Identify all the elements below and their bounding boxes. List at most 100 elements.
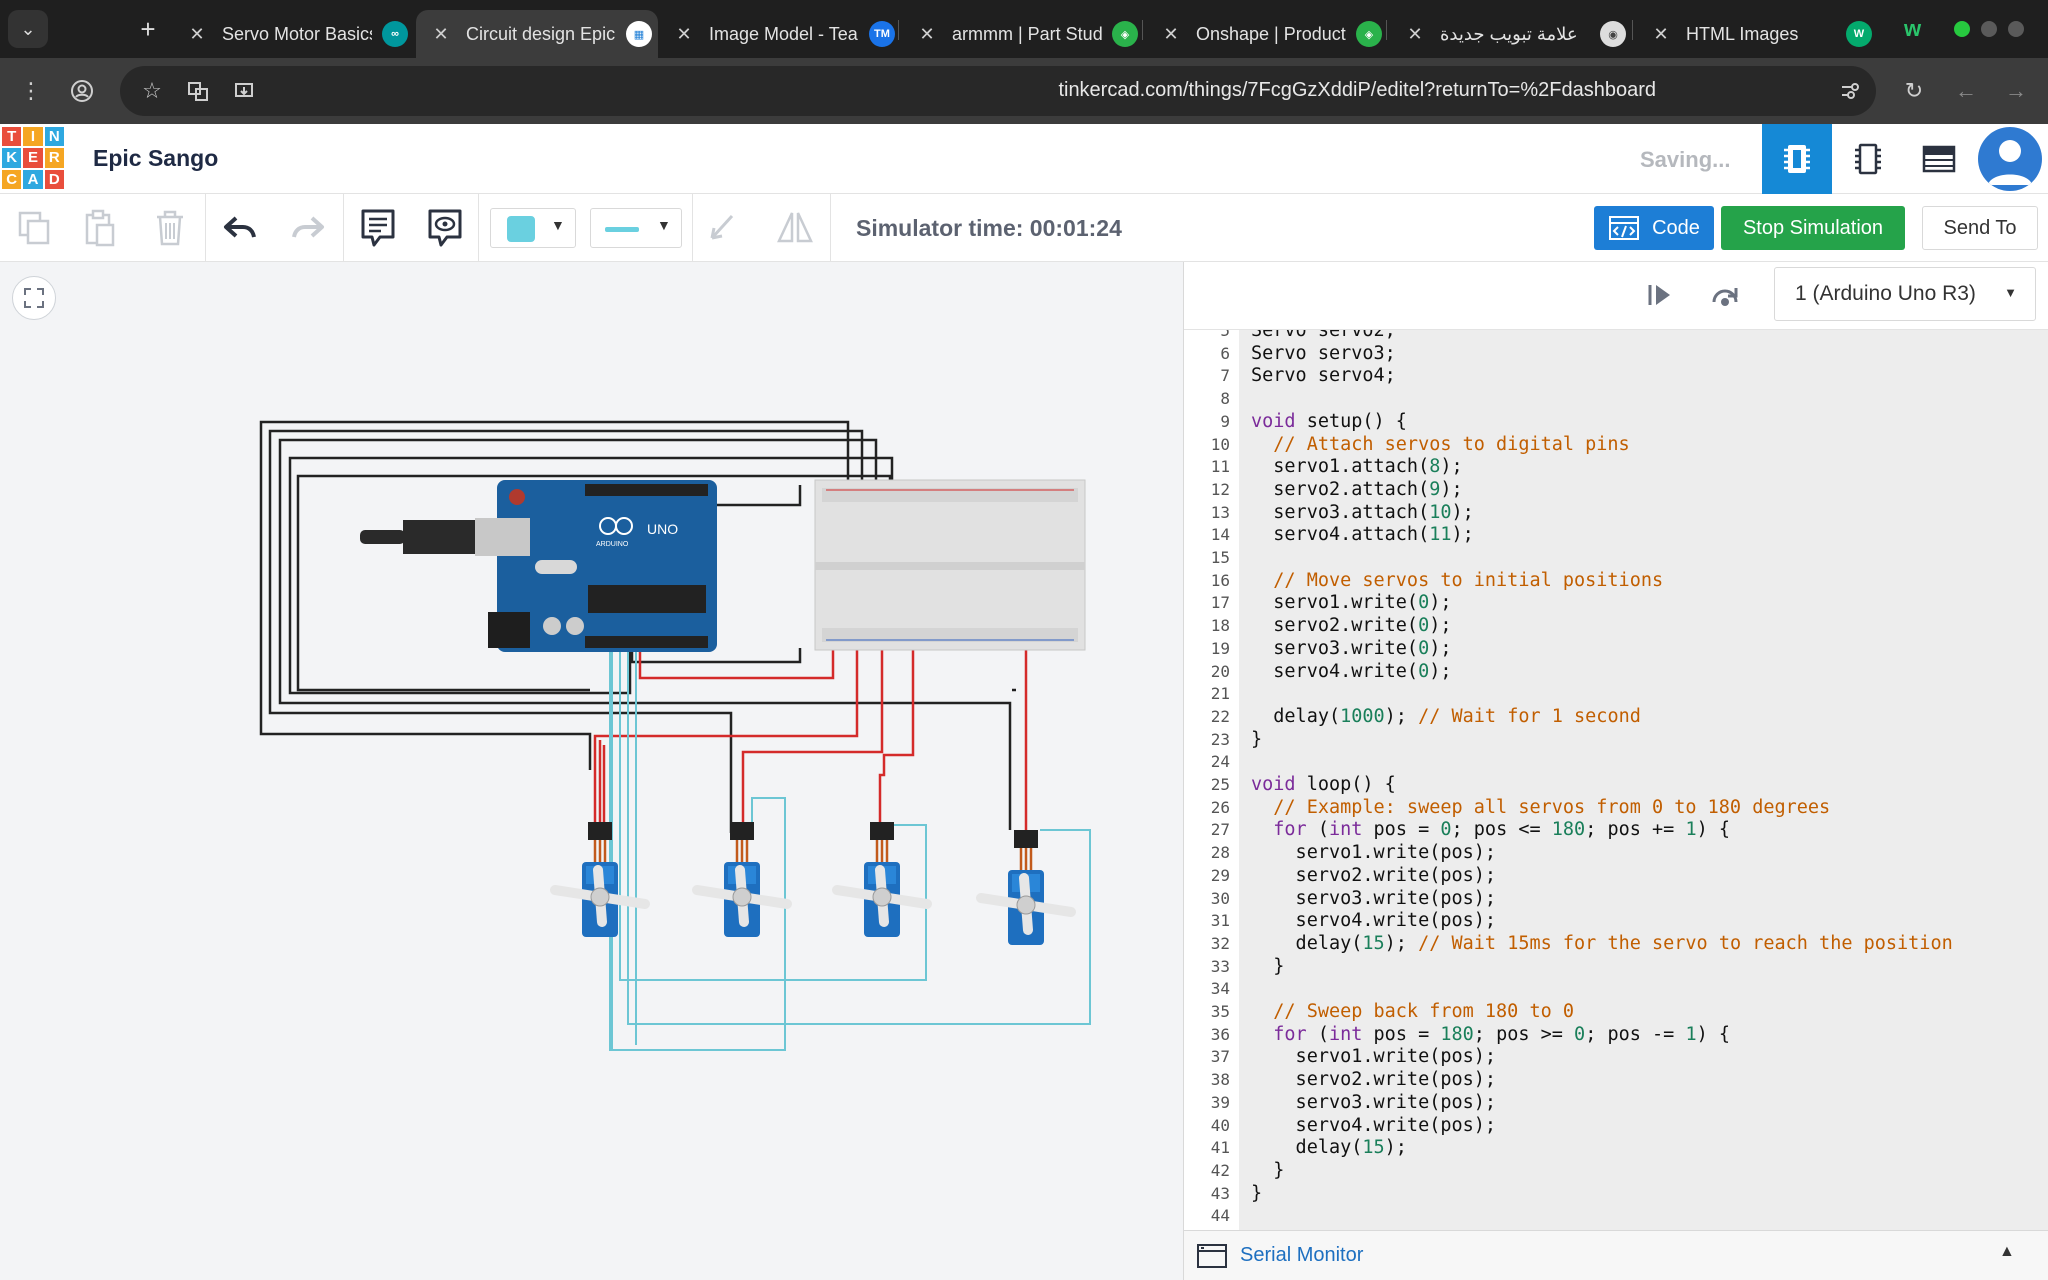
code-line[interactable]: 11 servo1.attach(8); (1184, 456, 2048, 479)
browser-tab[interactable]: ✕ Circuit design Epic ▦ (416, 10, 658, 58)
code-line[interactable]: 5 Servo servo2; (1184, 330, 2048, 343)
code-editor[interactable]: 5 Servo servo2; 6 Servo servo3; 7 Servo servo… (1184, 330, 2048, 1230)
close-tab-icon[interactable]: ✕ (916, 24, 938, 45)
code-line[interactable]: 37 servo1.write(pos); (1184, 1046, 2048, 1069)
servo-motor (976, 830, 1076, 945)
wire-type-picker[interactable]: ▼ (590, 208, 682, 248)
code-line[interactable]: 12 servo2.attach(9); (1184, 479, 2048, 502)
code-line[interactable]: 39 servo3.write(pos); (1184, 1092, 2048, 1115)
code-line[interactable]: 26 // Example: sweep all servos from 0 t… (1184, 797, 2048, 820)
step-debug-button[interactable] (1646, 282, 1674, 313)
code-line[interactable]: 17 servo1.write(0); (1184, 592, 2048, 615)
close-tab-icon[interactable]: ✕ (1650, 24, 1672, 45)
browser-tab[interactable]: ✕ HTML Images W (1636, 10, 1878, 58)
browser-tab[interactable]: ✕ armmm | Part Studi ◈ (902, 10, 1144, 58)
translate-icon[interactable] (180, 73, 216, 109)
code-line[interactable]: 29 servo2.write(pos); (1184, 865, 2048, 888)
close-tab-icon[interactable]: ✕ (673, 24, 695, 45)
code-line[interactable]: 10 // Attach servos to digital pins (1184, 434, 2048, 457)
code-button[interactable]: Code (1594, 206, 1714, 250)
forward-icon[interactable]: → (1998, 73, 2034, 109)
serial-monitor-bar[interactable]: Serial Monitor ▲ (1184, 1230, 2048, 1280)
send-to-button[interactable]: Send To (1922, 206, 2038, 250)
circuit-canvas[interactable]: UNO ARDUINO (0, 262, 1183, 1280)
site-settings-icon[interactable] (1832, 73, 1868, 109)
stop-simulation-button[interactable]: Stop Simulation (1721, 206, 1905, 250)
component-list-button[interactable] (1904, 124, 1974, 194)
code-line[interactable]: 23} (1184, 729, 2048, 752)
undo-button[interactable] (220, 208, 260, 248)
code-line[interactable]: 41 delay(15); (1184, 1137, 2048, 1160)
line-number: 5 (1220, 330, 1230, 340)
code-line[interactable]: 21 (1184, 683, 2048, 706)
code-line[interactable]: 38 servo2.write(pos); (1184, 1069, 2048, 1092)
profile-icon[interactable] (64, 73, 100, 109)
tab-search-button[interactable]: ⌄ (8, 10, 48, 48)
note-icon (361, 209, 395, 247)
window-maximize-button[interactable] (1954, 21, 1970, 37)
code-line[interactable]: 36 for (int pos = 180; pos >= 0; pos -= … (1184, 1024, 2048, 1047)
code-line[interactable]: 9 void setup() { (1184, 411, 2048, 434)
code-line[interactable]: 34 (1184, 978, 2048, 1001)
copy-button[interactable] (14, 208, 54, 248)
paste-button[interactable] (80, 208, 120, 248)
notes-button[interactable] (358, 208, 398, 248)
browser-tab[interactable]: ✕ علامة تبويب جديدة ◉ (1390, 10, 1632, 58)
schematic-view-button[interactable] (1833, 124, 1903, 194)
address-bar[interactable]: ☆ tinkercad.com/things/7FcgGzXddiP/edite… (120, 66, 1876, 116)
install-app-icon[interactable] (226, 73, 262, 109)
close-tab-icon[interactable]: ✕ (430, 24, 452, 45)
code-line[interactable]: 33 } (1184, 956, 2048, 979)
back-icon[interactable]: ← (1948, 73, 1984, 109)
delete-button[interactable] (150, 208, 190, 248)
window-close-button[interactable] (2008, 21, 2024, 37)
code-line[interactable]: 6 Servo servo3; (1184, 343, 2048, 366)
code-line[interactable]: 16 // Move servos to initial positions (1184, 570, 2048, 593)
code-line[interactable]: 19 servo3.write(0); (1184, 638, 2048, 661)
device-select[interactable]: 1 (Arduino Uno R3) ▼ (1774, 267, 2036, 321)
code-line[interactable]: 44 (1184, 1205, 2048, 1228)
code-line[interactable]: 18 servo2.write(0); (1184, 615, 2048, 638)
flip-button[interactable] (775, 208, 815, 248)
code-line[interactable]: 14 servo4.attach(11); (1184, 524, 2048, 547)
code-line[interactable]: 32 delay(15); // Wait 15ms for the servo… (1184, 933, 2048, 956)
close-tab-icon[interactable]: ✕ (1404, 24, 1426, 45)
code-line[interactable]: 20 servo4.write(0); (1184, 661, 2048, 684)
restart-button[interactable] (1710, 282, 1740, 313)
rotate-button[interactable] (702, 208, 742, 248)
code-line[interactable]: 25 void loop() { (1184, 774, 2048, 797)
project-name[interactable]: Epic Sango (93, 145, 218, 172)
window-minimize-button[interactable] (1981, 21, 1997, 37)
code-line[interactable]: 43} (1184, 1183, 2048, 1206)
browser-menu-icon[interactable]: ⋮ (13, 73, 49, 109)
code-line[interactable]: 30 servo3.write(pos); (1184, 888, 2048, 911)
code-line[interactable]: 28 servo1.write(pos); (1184, 842, 2048, 865)
browser-tab[interactable]: ✕ Onshape | Product ◈ (1146, 10, 1388, 58)
close-tab-icon[interactable]: ✕ (1160, 24, 1182, 45)
browser-tab[interactable]: ✕ Servo Motor Basics ∞ (172, 10, 414, 58)
reload-icon[interactable]: ↻ (1896, 73, 1932, 109)
code-line[interactable]: 40 servo4.write(pos); (1184, 1115, 2048, 1138)
circuit-view-button[interactable] (1762, 124, 1832, 194)
toggle-notes-button[interactable] (425, 208, 465, 248)
code-line[interactable]: 22 delay(1000); // Wait for 1 second (1184, 706, 2048, 729)
tinkercad-logo[interactable]: TIN KER CAD (2, 127, 64, 189)
user-avatar[interactable] (1978, 127, 2042, 191)
caret-up-icon[interactable]: ▲ (1999, 1243, 2015, 1261)
code-line[interactable]: 24 (1184, 751, 2048, 774)
bookmark-star-icon[interactable]: ☆ (134, 73, 170, 109)
code-line[interactable]: 27 for (int pos = 0; pos <= 180; pos += … (1184, 819, 2048, 842)
browser-tab[interactable]: ✕ Image Model - Tea TM (659, 10, 901, 58)
code-line[interactable]: 13 servo3.attach(10); (1184, 502, 2048, 525)
code-line[interactable]: 42 } (1184, 1160, 2048, 1183)
code-line[interactable]: 7 Servo servo4; (1184, 365, 2048, 388)
code-line[interactable]: 15 (1184, 547, 2048, 570)
code-line[interactable]: 31 servo4.write(pos); (1184, 910, 2048, 933)
close-tab-icon[interactable]: ✕ (186, 24, 208, 45)
code-line[interactable]: 8 (1184, 388, 2048, 411)
new-tab-button[interactable]: + (132, 12, 164, 46)
code-line[interactable]: 35 // Sweep back from 180 to 0 (1184, 1001, 2048, 1024)
redo-button[interactable] (288, 208, 328, 248)
color-picker[interactable]: ▼ (490, 208, 576, 248)
extension-icon[interactable]: w (1904, 16, 1921, 42)
